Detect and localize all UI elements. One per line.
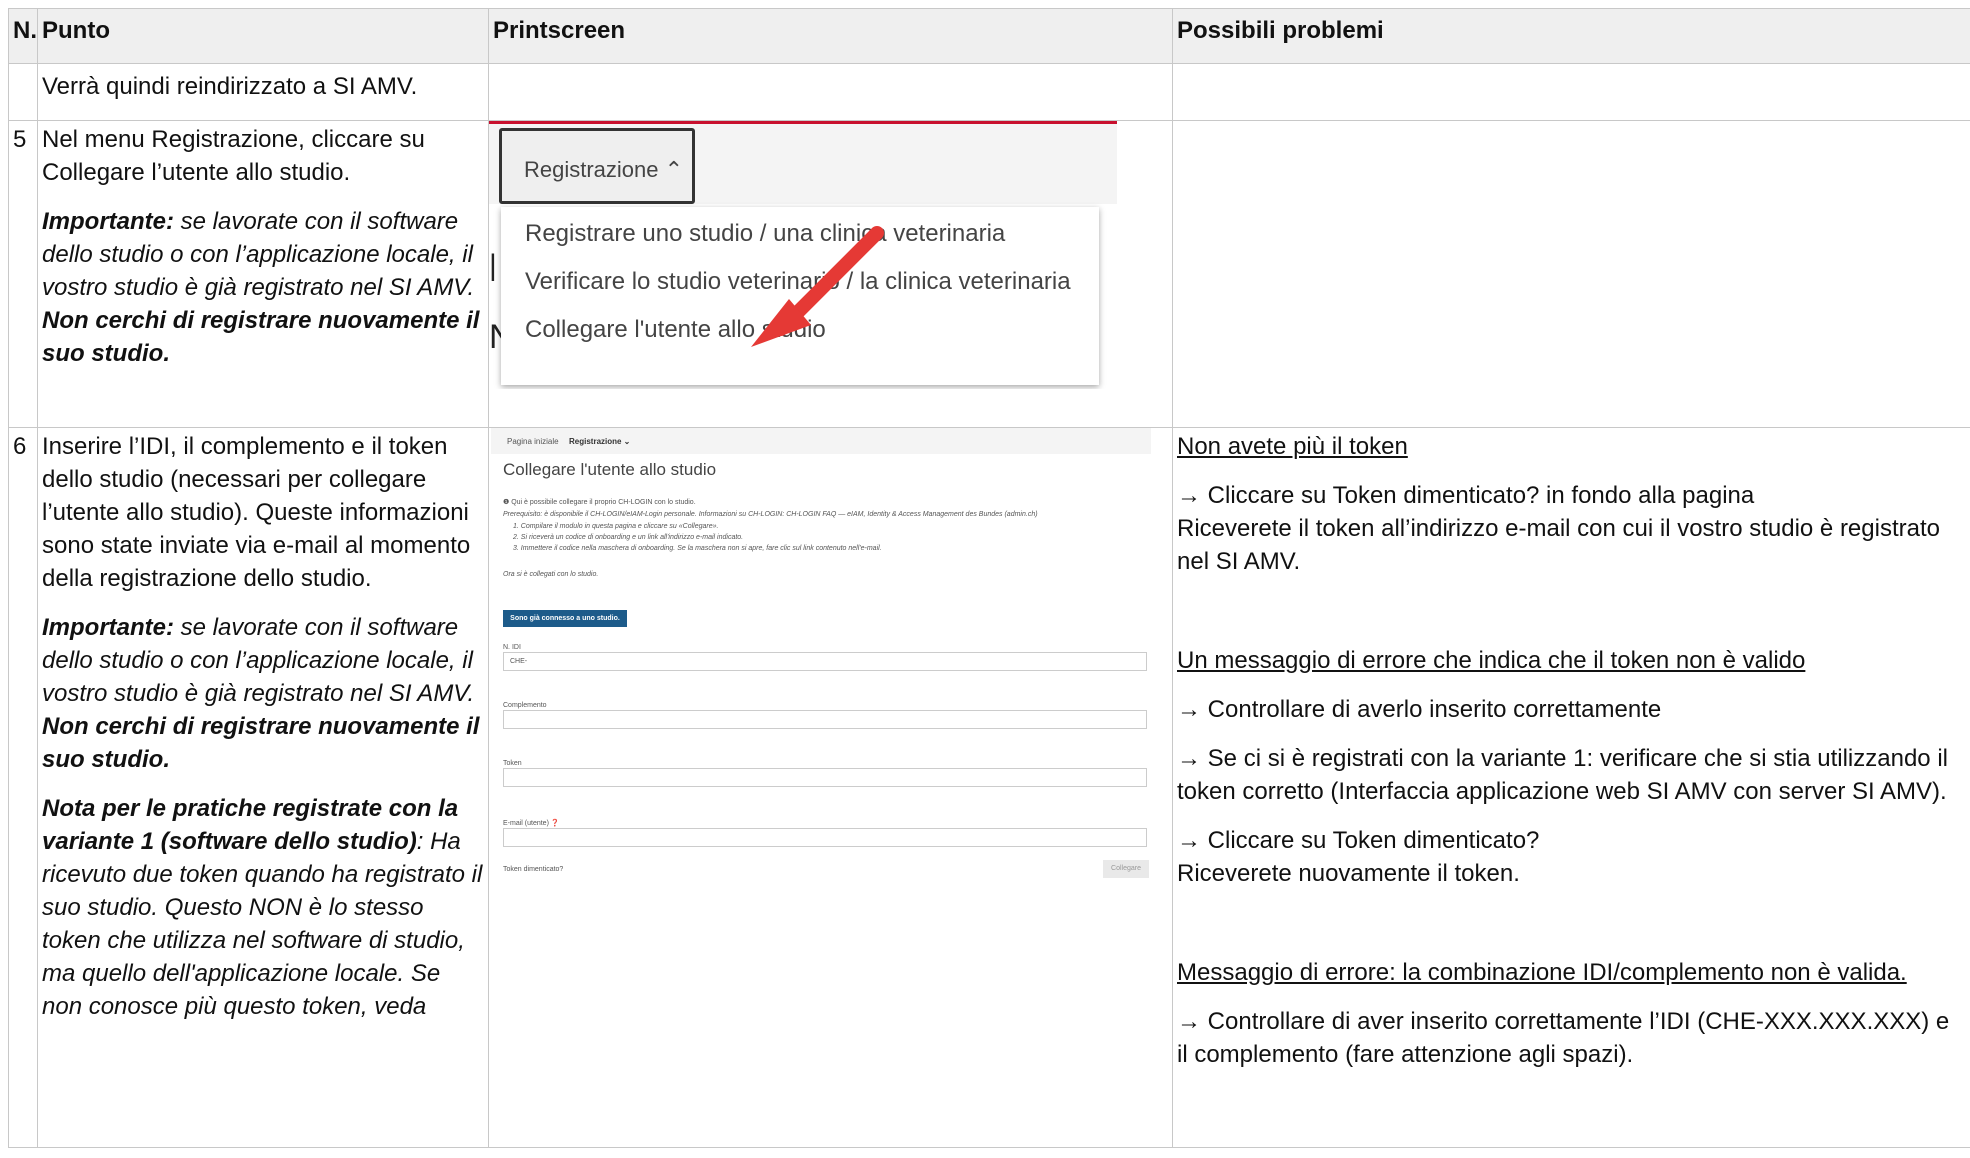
idi-field[interactable]: CHE- bbox=[503, 652, 1147, 671]
info-text: ❶ Qui è possibile collegare il proprio C… bbox=[503, 499, 696, 506]
info-text: 2. Si riceverà un codice di onboarding e… bbox=[513, 534, 744, 541]
screenshot-registration-menu: Registrazione ⌃ | N Registrare uno studi… bbox=[489, 121, 1117, 389]
info-text: Ora si è collegati con lo studio. bbox=[503, 571, 599, 578]
token-field[interactable] bbox=[503, 768, 1147, 787]
problem-solution: → Controllare di averlo inserito corrett… bbox=[1177, 696, 1662, 723]
form-title: Collegare l'utente allo studio bbox=[503, 460, 717, 479]
step-number: 6 bbox=[8, 427, 38, 1148]
collegare-button[interactable]: Collegare bbox=[1103, 860, 1149, 878]
problems-cell: Non avete più il token → Cliccare su Tok… bbox=[1172, 427, 1970, 1148]
header-printscreen: Printscreen bbox=[488, 8, 1173, 64]
info-text: 1. Compilare il modulo in questa pagina … bbox=[513, 523, 719, 530]
complement-field[interactable] bbox=[503, 710, 1147, 729]
table-row: 6 Inserire l’IDI, il complemento e il to… bbox=[8, 427, 1970, 1148]
already-connected-button[interactable]: Sono già connesso a uno studio. bbox=[503, 610, 627, 627]
problem-solution: → Cliccare su Token dimenticato? Ricevere… bbox=[1177, 827, 1540, 887]
problem-solution: → Se ci si è registrati con la variante … bbox=[1177, 745, 1948, 805]
problem-solution: → Cliccare su Token dimenticato? in fond… bbox=[1177, 482, 1940, 575]
step-number: 5 bbox=[8, 120, 38, 428]
problem-solution: → Controllare di aver inserito correttam… bbox=[1177, 1008, 1950, 1068]
table-row: Verrà quindi reindirizzato a SI AMV. bbox=[8, 63, 1970, 121]
header-problems: Possibili problemi bbox=[1172, 8, 1970, 64]
nav-registration[interactable]: Registrazione ⌄ bbox=[569, 436, 630, 447]
screenshot-link-user-form: Pagina iniziale Registrazione ⌄ Collegar… bbox=[491, 428, 1151, 878]
problem-title: Non avete più il token bbox=[1177, 433, 1408, 460]
variant-note: Nota per le pratiche registrate con la v… bbox=[42, 795, 483, 1020]
nav-home[interactable]: Pagina iniziale bbox=[507, 436, 559, 447]
step-text: Nel menu Registrazione, cliccare su Coll… bbox=[37, 120, 489, 428]
step-text: Inserire l’IDI, il complemento e il toke… bbox=[37, 427, 489, 1148]
arrow-icon bbox=[751, 226, 884, 347]
forgot-token-link[interactable]: Token dimenticato? bbox=[503, 864, 563, 875]
important-note: Importante: se lavorate con il software … bbox=[42, 614, 480, 773]
header-num: N. bbox=[8, 8, 38, 64]
instruction-table: N. Punto Printscreen Possibili problemi … bbox=[8, 8, 1970, 1148]
header-row: N. Punto Printscreen Possibili problemi bbox=[8, 8, 1970, 64]
problem-title: Un messaggio di errore che indica che il… bbox=[1177, 647, 1806, 674]
printscreen-cell: Pagina iniziale Registrazione ⌄ Collegar… bbox=[488, 427, 1173, 1148]
header-step: Punto bbox=[37, 8, 489, 64]
info-text: 3. Immettere il codice nella maschera di… bbox=[513, 545, 882, 552]
printscreen-cell: Registrazione ⌃ | N Registrare uno studi… bbox=[488, 120, 1173, 428]
info-text: Prerequisito: è disponibile il CH-LOGIN/… bbox=[503, 511, 1038, 518]
problem-title: Messaggio di errore: la combinazione IDI… bbox=[1177, 959, 1907, 986]
nav-bar: Pagina iniziale Registrazione ⌄ bbox=[491, 428, 1151, 454]
email-field[interactable] bbox=[503, 828, 1147, 847]
step-instruction: Nel menu Registrazione, cliccare su Coll… bbox=[42, 126, 425, 186]
step-instruction: Inserire l’IDI, il complemento e il toke… bbox=[42, 433, 471, 592]
table-row: 5 Nel menu Registrazione, cliccare su Co… bbox=[8, 120, 1970, 428]
step-text: Verrà quindi reindirizzato a SI AMV. bbox=[37, 63, 489, 121]
important-note: Importante: se lavorate con il software … bbox=[42, 208, 480, 367]
